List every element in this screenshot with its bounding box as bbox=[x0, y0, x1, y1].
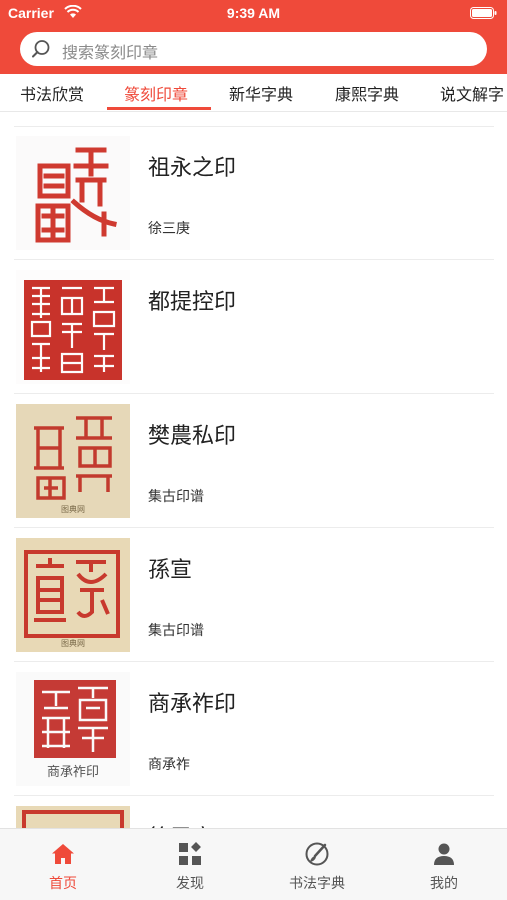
seal-image-caption: 图典网 bbox=[61, 638, 85, 648]
active-tab-indicator bbox=[107, 107, 211, 110]
tabbar-calligraphy-dictionary[interactable]: 书法字典 bbox=[254, 829, 380, 900]
app-header: Carrier 9:39 AM 搜索篆刻印章 bbox=[0, 0, 507, 74]
tabbar-label: 书法字典 bbox=[289, 876, 345, 892]
tabbar-label: 首页 bbox=[49, 876, 77, 892]
tab-shuowen[interactable]: 说文解字 bbox=[440, 81, 504, 111]
seal-list: 祖永之印 徐三庚 都提控印 图典网 樊農私印 集古印谱 图典网 孫宣 集古印谱 … bbox=[0, 112, 507, 828]
seal-title: 祖永之印 bbox=[148, 156, 237, 181]
tabbar-discover[interactable]: 发现 bbox=[127, 829, 253, 900]
bottom-tab-bar: 首页 发现 书法字典 我的 bbox=[0, 828, 507, 900]
tabbar-label: 我的 bbox=[430, 876, 458, 892]
seal-image: 商承祚印 bbox=[16, 672, 130, 786]
list-item[interactable]: 都提控印 bbox=[0, 260, 507, 394]
seal-image: 图典网 bbox=[16, 538, 130, 652]
tab-xinhua-dictionary[interactable]: 新华字典 bbox=[229, 81, 293, 111]
status-time: 9:39 AM bbox=[226, 5, 281, 21]
list-item[interactable]: 商承祚印 商承祚印 商承祚 bbox=[0, 662, 507, 796]
seal-author: 徐三庚 bbox=[148, 221, 190, 237]
app-screen: Carrier 9:39 AM 搜索篆刻印章 书法欣赏 篆刻印章 新华字典 康熙… bbox=[0, 0, 507, 900]
brush-icon bbox=[305, 842, 329, 866]
list-item[interactable]: 图典网 孫宣 集古印谱 bbox=[0, 528, 507, 662]
tabbar-profile[interactable]: 我的 bbox=[381, 829, 507, 900]
profile-icon bbox=[434, 843, 454, 865]
seal-image bbox=[16, 136, 130, 250]
seal-author: 商承祚 bbox=[148, 757, 190, 773]
list-item[interactable]: 徐巴宜 bbox=[0, 796, 507, 828]
seal-title: 商承祚印 bbox=[148, 692, 237, 717]
discover-icon bbox=[179, 842, 201, 865]
search-placeholder: 搜索篆刻印章 bbox=[62, 43, 159, 62]
tab-calligraphy[interactable]: 书法欣赏 bbox=[20, 81, 84, 111]
tab-kangxi-dictionary[interactable]: 康熙字典 bbox=[335, 81, 399, 111]
seal-image bbox=[16, 270, 130, 384]
tabbar-home[interactable]: 首页 bbox=[0, 829, 126, 900]
seal-author: 集古印谱 bbox=[148, 489, 204, 505]
list-item[interactable]: 祖永之印 徐三庚 bbox=[0, 126, 507, 260]
seal-image-caption: 图典网 bbox=[61, 504, 85, 514]
seal-title: 都提控印 bbox=[148, 290, 237, 315]
status-bar: Carrier 9:39 AM bbox=[0, 0, 507, 26]
home-icon bbox=[52, 844, 74, 864]
battery-icon bbox=[470, 7, 497, 19]
search-bar[interactable]: 搜索篆刻印章 bbox=[20, 32, 487, 66]
seal-author: 集古印谱 bbox=[148, 623, 204, 639]
list-item[interactable]: 图典网 樊農私印 集古印谱 bbox=[0, 394, 507, 528]
seal-title: 孫宣 bbox=[148, 558, 193, 583]
seal-title: 徐巴宜 bbox=[148, 820, 214, 828]
seal-image: 图典网 bbox=[16, 404, 130, 518]
seal-image bbox=[16, 806, 130, 828]
category-tabs: 书法欣赏 篆刻印章 新华字典 康熙字典 说文解字 bbox=[0, 74, 507, 112]
seal-title: 樊農私印 bbox=[148, 424, 237, 449]
seal-image-caption: 商承祚印 bbox=[47, 764, 99, 780]
tabbar-label: 发现 bbox=[176, 876, 204, 892]
search-icon bbox=[32, 40, 50, 58]
